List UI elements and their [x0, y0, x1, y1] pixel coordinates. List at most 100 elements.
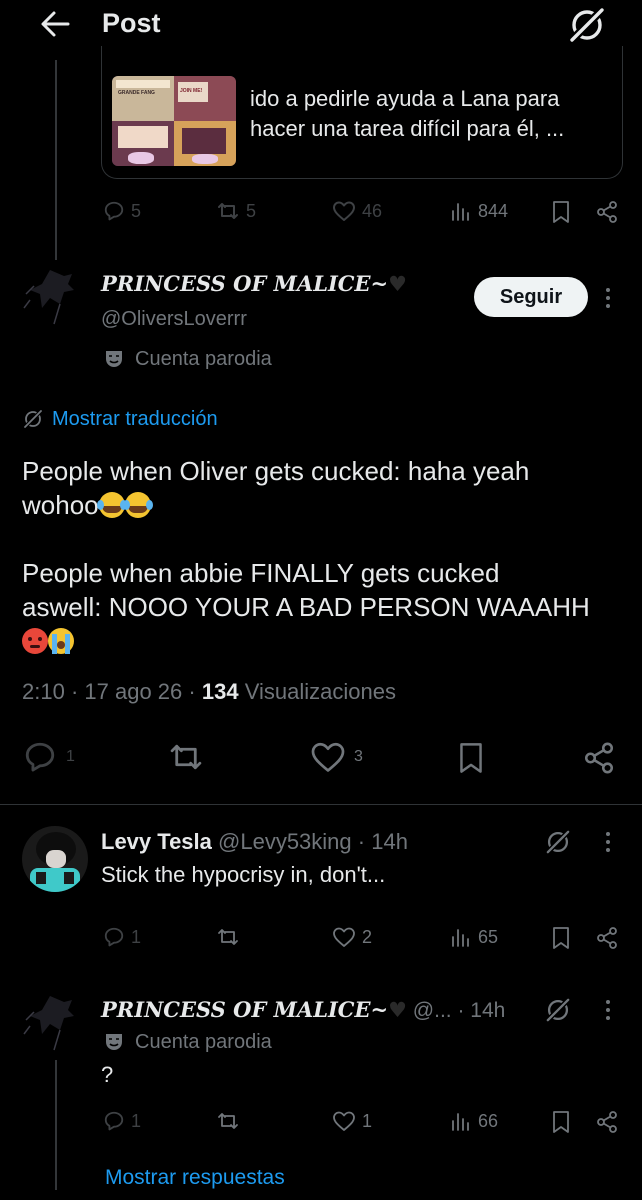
post-text-line: People when abbie FINALLY gets cucked: [22, 558, 500, 588]
post-meta: 2:10 · 17 ago 26 · 134 Visualizaciones: [22, 679, 396, 704]
bookmark-icon: [460, 743, 482, 773]
like-button[interactable]: 46: [332, 200, 382, 222]
thumb-caption: JOIN ME!: [180, 88, 203, 94]
bookmark-icon: [553, 201, 569, 223]
views-count: 66: [478, 1110, 499, 1131]
page-title: Post: [102, 8, 161, 38]
like-count: 3: [354, 748, 363, 765]
repost-count: 5: [246, 200, 257, 221]
reply-icon: [104, 201, 124, 221]
show-translation-link[interactable]: Mostrar traducción: [22, 406, 218, 432]
more-vertical-icon: [606, 288, 610, 308]
reply-button[interactable]: 1: [103, 1110, 141, 1132]
divider: [0, 804, 642, 805]
like-button[interactable]: 2: [332, 926, 372, 948]
avatar[interactable]: [20, 264, 86, 330]
black-heart-icon: ♥: [388, 997, 407, 1022]
share-icon: [597, 1111, 617, 1133]
views-button[interactable]: 844: [450, 200, 508, 222]
reply-count: 1: [131, 1110, 142, 1131]
quoted-post-card[interactable]: GRANDE FANG JOIN ME! ido a pedirle ayuda…: [101, 46, 623, 179]
back-button[interactable]: [36, 6, 76, 42]
share-button[interactable]: [582, 740, 616, 776]
like-count: 1: [362, 1110, 373, 1131]
quoted-media-thumbnail[interactable]: GRANDE FANG JOIN ME!: [112, 76, 236, 166]
angry-face-emoji: [22, 628, 48, 654]
avatar-silhouette: [23, 270, 74, 325]
views-count: 844: [478, 200, 509, 221]
reply-time: 14h: [470, 999, 506, 1022]
display-name[interactable]: PRINCESS OF MALICE~♥: [101, 270, 407, 298]
repost-button[interactable]: [166, 740, 206, 774]
views-count[interactable]: 134: [202, 679, 239, 704]
grok-icon: [546, 998, 570, 1022]
more-options-button[interactable]: [600, 830, 616, 854]
grok-button[interactable]: [566, 4, 608, 46]
avatar[interactable]: [20, 990, 86, 1056]
crying-laughing-emoji: [96, 492, 127, 518]
reply-header: PRINCESS OF MALICE~♥ @... · 14h: [101, 997, 506, 1022]
more-options-button[interactable]: [600, 998, 616, 1022]
reply-button[interactable]: 1: [22, 740, 75, 774]
share-button[interactable]: [595, 926, 619, 950]
grok-icon: [23, 409, 43, 429]
share-button[interactable]: [595, 200, 619, 224]
repost-icon: [170, 744, 202, 770]
bookmark-button[interactable]: [550, 926, 572, 950]
bookmark-button[interactable]: [456, 740, 486, 776]
repost-button[interactable]: [216, 1110, 240, 1132]
more-options-button[interactable]: [600, 286, 616, 310]
views-label: Visualizaciones: [244, 679, 396, 704]
parody-label: Cuenta parodia: [103, 1029, 272, 1055]
parody-label: Cuenta parodia: [103, 346, 272, 372]
quoted-text-line: hacer una tarea difícil para él, ...: [250, 116, 565, 141]
black-heart-icon: ♥: [388, 271, 407, 296]
reply-time: 14h: [371, 829, 408, 854]
grok-icon: [569, 7, 605, 43]
views-button[interactable]: 65: [450, 926, 498, 948]
mask-icon: [106, 351, 122, 367]
heart-icon: [333, 1111, 355, 1131]
post-text-line: aswell: NOOO YOUR A BAD PERSON WAAAHH: [22, 592, 590, 622]
display-name[interactable]: PRINCESS OF MALICE~♥: [101, 997, 407, 1022]
bookmark-button[interactable]: [550, 1110, 572, 1134]
bookmark-button[interactable]: [550, 200, 572, 224]
reply-text: Stick the hypocrisy in, don't...: [101, 862, 386, 887]
display-name[interactable]: Levy Tesla: [101, 829, 212, 854]
share-icon: [597, 201, 617, 223]
post-text-line: [22, 624, 632, 658]
repost-button[interactable]: [216, 926, 240, 948]
avatar[interactable]: [22, 826, 88, 892]
views-button[interactable]: 66: [450, 1110, 498, 1132]
user-handle[interactable]: @OliversLoverrr: [101, 306, 247, 332]
reply-count: 5: [131, 200, 142, 221]
views-count: 65: [478, 926, 499, 947]
reply-button[interactable]: 1: [103, 926, 141, 948]
grok-button[interactable]: [544, 996, 572, 1024]
reply-header: Levy Tesla @Levy53king · 14h: [101, 829, 408, 854]
heart-icon: [333, 201, 355, 221]
reply-count: 1: [66, 748, 75, 765]
more-vertical-icon: [606, 1000, 610, 1020]
grok-button[interactable]: [544, 828, 572, 856]
thumb-caption: GRANDE FANG: [118, 90, 155, 96]
repost-button[interactable]: 5: [216, 200, 256, 222]
repost-icon: [218, 1113, 238, 1129]
post-text-line: wohoo: [22, 488, 632, 522]
share-button[interactable]: [595, 1110, 619, 1134]
crying-laughing-emoji: [122, 492, 153, 518]
heart-icon: [333, 927, 355, 947]
reply-button[interactable]: 5: [103, 200, 141, 222]
reply-icon: [104, 927, 124, 947]
quoted-text-line: ido a pedirle ayuda a Lana para: [250, 86, 560, 111]
display-name-text: PRINCESS OF MALICE~: [101, 271, 389, 296]
show-replies-link[interactable]: Mostrar respuestas: [105, 1164, 285, 1192]
like-button[interactable]: 3: [310, 740, 363, 774]
bookmark-icon: [553, 1111, 569, 1133]
follow-button[interactable]: Seguir: [474, 277, 588, 317]
like-button[interactable]: 1: [332, 1110, 372, 1132]
user-handle[interactable]: @Levy53king: [218, 829, 352, 854]
reply-icon: [25, 742, 55, 772]
user-handle[interactable]: @...: [413, 999, 452, 1022]
grok-icon: [546, 830, 570, 854]
